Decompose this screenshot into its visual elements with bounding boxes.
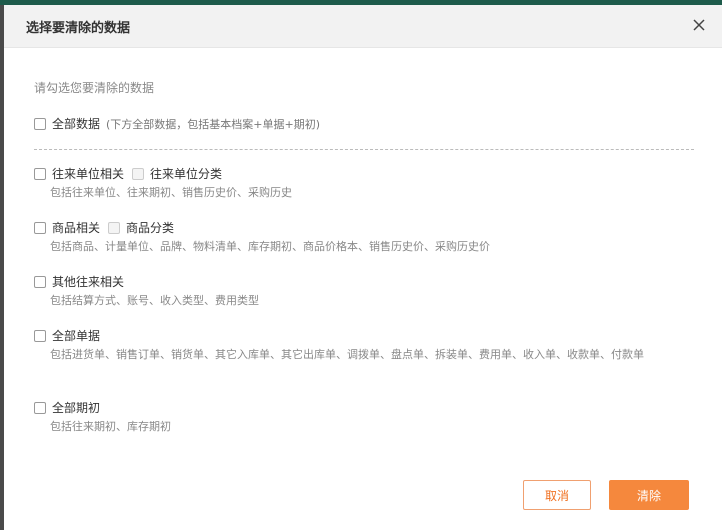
other-related-label: 其他往来相关 [52, 275, 125, 289]
other-group-option: 其他往来相关 [34, 273, 124, 290]
goods-related-desc: 包括商品、计量单位、品牌、物料清单、库存期初、商品价格本、销售历史价、采购历史价 [50, 240, 490, 253]
goods-group-option: 商品相关 商品分类 [34, 219, 174, 236]
dashed-divider [34, 149, 694, 150]
close-icon[interactable] [690, 16, 708, 34]
documents-group-option: 全部单据 [34, 327, 100, 344]
clear-data-dialog: 选择要清除的数据 请勾选您要清除的数据 全部数据 (下方全部数据，包括基本档案+… [4, 5, 722, 530]
goods-category-checkbox[interactable] [108, 221, 121, 234]
all-documents-checkbox[interactable] [34, 329, 46, 342]
dialog-title: 选择要清除的数据 [26, 21, 131, 36]
all-data-option: 全部数据 (下方全部数据，包括基本档案+单据+期初) [34, 115, 320, 132]
instruction-text: 请勾选您要清除的数据 [34, 81, 155, 95]
cancel-button[interactable]: 取消 [523, 480, 591, 510]
other-related-checkbox[interactable] [34, 275, 46, 288]
all-data-label: 全部数据 [52, 117, 101, 131]
all-opening-checkbox[interactable] [34, 401, 46, 414]
opening-group-option: 全部期初 [34, 399, 100, 416]
goods-related-label: 商品相关 [52, 221, 101, 235]
all-documents-desc: 包括进货单、销售订单、销货单、其它入库单、其它出库单、调拨单、盘点单、拆装单、费… [50, 348, 644, 361]
all-opening-desc: 包括往来期初、库存期初 [50, 420, 171, 433]
goods-category-label: 商品分类 [126, 221, 175, 235]
all-data-checkbox[interactable] [34, 117, 46, 130]
dialog-header: 选择要清除的数据 [4, 5, 722, 48]
partner-group-option: 往来单位相关 往来单位分类 [34, 165, 222, 182]
all-opening-label: 全部期初 [52, 401, 101, 415]
all-data-note: (下方全部数据，包括基本档案+单据+期初) [106, 117, 321, 131]
partner-related-label: 往来单位相关 [52, 167, 125, 181]
partner-related-checkbox[interactable] [34, 167, 46, 180]
all-documents-label: 全部单据 [52, 329, 101, 343]
goods-related-checkbox[interactable] [34, 221, 46, 234]
clear-button[interactable]: 清除 [609, 480, 689, 510]
partner-related-desc: 包括往来单位、往来期初、销售历史价、采购历史 [50, 186, 292, 199]
partner-category-checkbox[interactable] [132, 167, 145, 180]
partner-category-label: 往来单位分类 [150, 167, 223, 181]
other-related-desc: 包括结算方式、账号、收入类型、费用类型 [50, 294, 259, 307]
